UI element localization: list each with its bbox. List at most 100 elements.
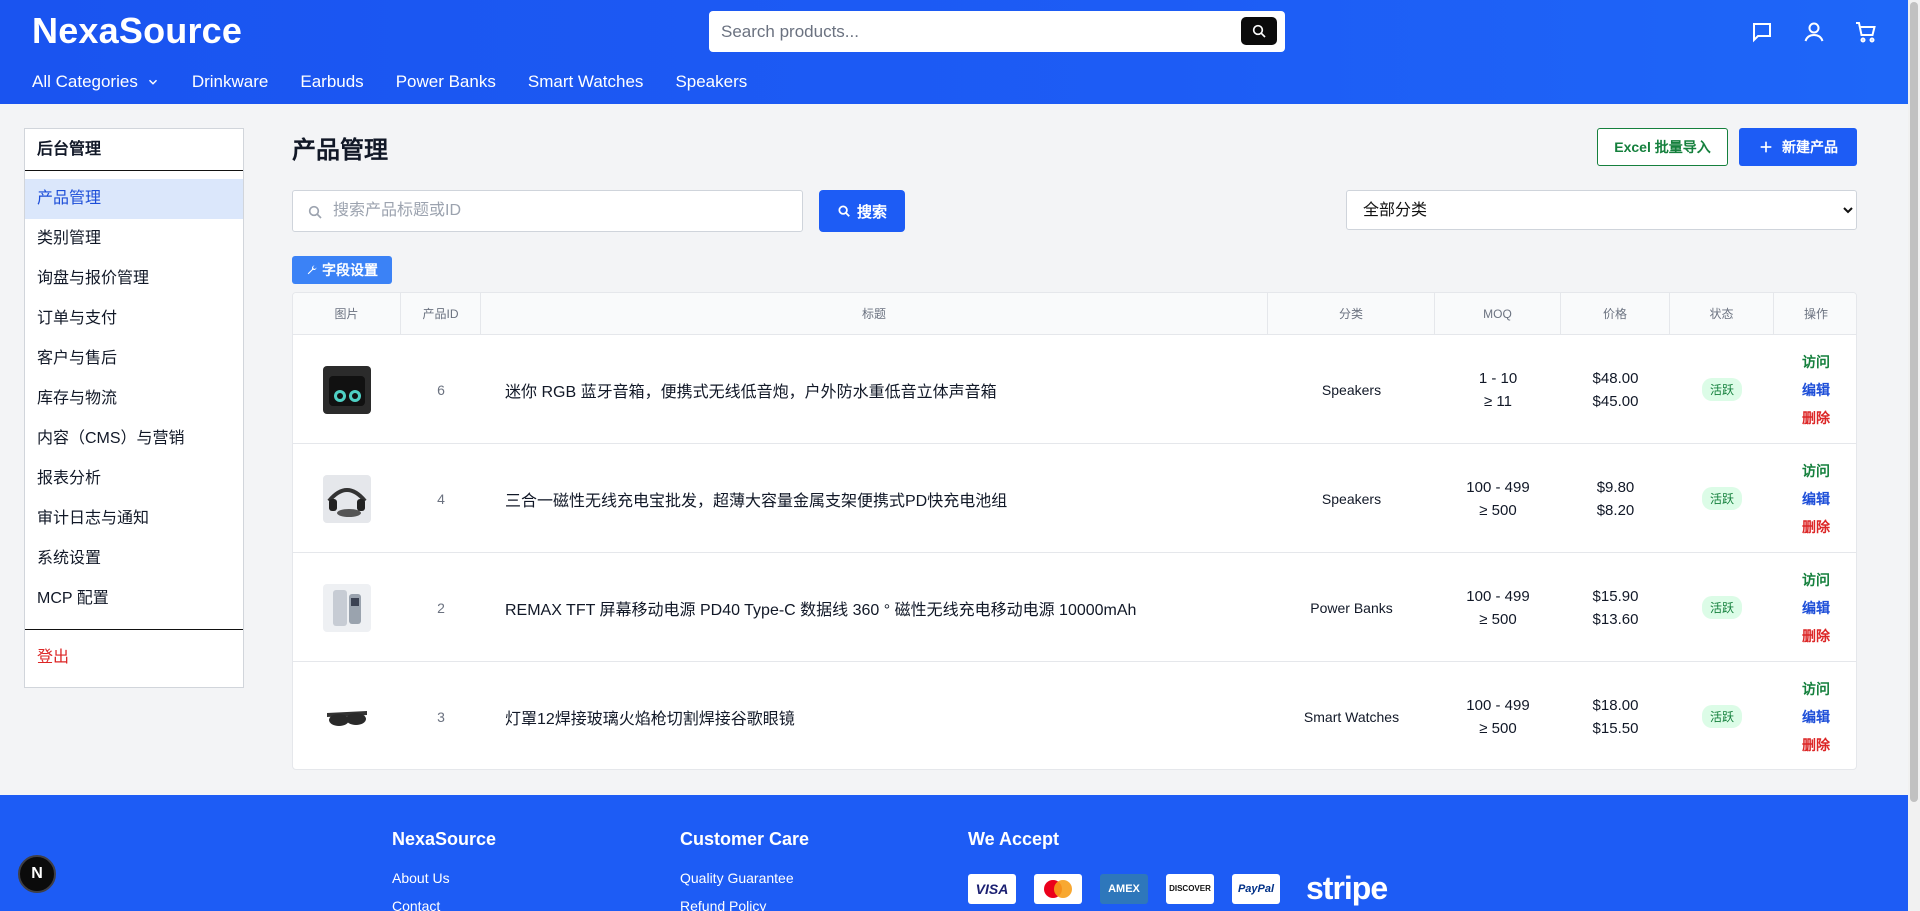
nav-smart-watches[interactable]: Smart Watches xyxy=(528,72,644,92)
delete-link[interactable]: 删除 xyxy=(1802,626,1830,646)
sidebar-item-settings[interactable]: 系统设置 xyxy=(25,539,243,579)
product-actions: 访问 编辑 删除 xyxy=(1774,444,1856,553)
sidebar-item-inventory[interactable]: 库存与物流 xyxy=(25,379,243,419)
visa-logo: VISA xyxy=(968,873,1016,904)
page-scrollbar[interactable] xyxy=(1908,0,1920,911)
site-footer: NexaSource About Us Contact Customer Car… xyxy=(0,795,1908,911)
message-icon xyxy=(1753,23,1771,43)
paypal-logo: PayPal xyxy=(1232,873,1280,904)
top-header: NexaSource All Categories Drinkware Earb… xyxy=(0,0,1908,104)
footer-link-refund[interactable]: Refund Policy xyxy=(680,898,809,911)
product-actions: 访问 编辑 删除 xyxy=(1774,335,1856,444)
price-tier-1: $15.90 xyxy=(1592,587,1639,605)
sidebar-item-products[interactable]: 产品管理 xyxy=(25,179,243,219)
search-submit-button[interactable] xyxy=(1241,17,1277,45)
edit-link[interactable]: 编辑 xyxy=(1802,489,1830,509)
footer-link-about[interactable]: About Us xyxy=(392,870,496,886)
product-status: 活跃 xyxy=(1670,335,1774,444)
cart-button[interactable] xyxy=(1852,18,1880,46)
moq-tier-1: 100 - 499 xyxy=(1466,696,1530,714)
scrollbar-thumb[interactable] xyxy=(1910,2,1918,802)
edit-link[interactable]: 编辑 xyxy=(1802,380,1830,400)
product-category: Power Banks xyxy=(1310,599,1393,616)
product-moq: 100 - 499 ≥ 500 xyxy=(1435,662,1561,769)
product-filter-input[interactable] xyxy=(293,191,802,231)
delete-link[interactable]: 删除 xyxy=(1802,517,1830,537)
footer-col-payments: We Accept VISA AMEX DISCOVER PayPal stri… xyxy=(968,829,1388,907)
visit-link[interactable]: 访问 xyxy=(1802,352,1830,372)
product-status: 活跃 xyxy=(1670,662,1774,769)
footer-col-company: NexaSource About Us Contact xyxy=(392,829,496,911)
account-button[interactable] xyxy=(1800,18,1828,46)
delete-link[interactable]: 删除 xyxy=(1802,735,1830,755)
field-settings-button[interactable]: 字段设置 xyxy=(292,256,392,284)
moq-tier-2: ≥ 500 xyxy=(1479,610,1517,628)
product-search-input[interactable] xyxy=(709,11,1285,52)
footer-link-contact[interactable]: Contact xyxy=(392,898,496,911)
product-id: 6 xyxy=(437,381,445,398)
col-header-status: 状态 xyxy=(1670,293,1774,335)
footer-heading: NexaSource xyxy=(392,829,497,849)
product-title: 三合一磁性无线充电宝批发，超薄大容量金属支架便携式PD快充电池组 xyxy=(505,492,1008,510)
category-filter-select[interactable]: 全部分类 xyxy=(1346,190,1857,230)
nav-all-categories-label: All Categories xyxy=(32,72,138,91)
devtools-badge[interactable]: N xyxy=(18,855,56,893)
status-badge: 活跃 xyxy=(1701,596,1742,619)
nav-earbuds[interactable]: Earbuds xyxy=(300,72,363,92)
new-product-button[interactable]: 新建产品 xyxy=(1739,128,1857,166)
delete-link[interactable]: 删除 xyxy=(1802,408,1830,428)
status-badge: 活跃 xyxy=(1701,487,1742,510)
plus-icon xyxy=(1760,141,1772,153)
glasses-image xyxy=(323,692,371,741)
admin-sidebar: 后台管理 产品管理 类别管理 询盘与报价管理 订单与支付 客户与售后 库存与物流… xyxy=(24,128,244,688)
edit-link[interactable]: 编辑 xyxy=(1802,707,1830,727)
sidebar-item-reports[interactable]: 报表分析 xyxy=(25,459,243,499)
product-thumbnail[interactable] xyxy=(323,365,371,414)
moq-tier-2: ≥ 11 xyxy=(1484,392,1512,410)
product-price: $15.90 $13.60 xyxy=(1561,553,1670,662)
sidebar-item-cms[interactable]: 内容（CMS）与营销 xyxy=(25,419,243,459)
sidebar-item-inquiries[interactable]: 询盘与报价管理 xyxy=(25,259,243,299)
sidebar-item-audit[interactable]: 审计日志与通知 xyxy=(25,499,243,539)
site-logo[interactable]: NexaSource xyxy=(32,10,242,52)
discover-logo: DISCOVER xyxy=(1166,873,1214,904)
sidebar-item-customers[interactable]: 客户与售后 xyxy=(25,339,243,379)
products-table: 图片 产品ID 标题 分类 MOQ 价格 状态 操作 6 迷你 RGB 蓝牙音箱… xyxy=(292,292,1857,770)
search-icon xyxy=(838,205,850,217)
visit-link[interactable]: 访问 xyxy=(1802,461,1830,481)
visit-link[interactable]: 访问 xyxy=(1802,679,1830,699)
cart-icon xyxy=(1856,22,1876,43)
product-thumbnail-cell xyxy=(293,662,401,769)
footer-link-quality[interactable]: Quality Guarantee xyxy=(680,870,809,886)
col-header-price: 价格 xyxy=(1561,293,1670,335)
product-thumbnail[interactable] xyxy=(323,692,371,741)
moq-tier-2: ≥ 500 xyxy=(1479,501,1517,519)
product-filter-box xyxy=(292,190,803,232)
stripe-logo: stripe xyxy=(1306,870,1388,906)
sidebar-item-orders[interactable]: 订单与支付 xyxy=(25,299,243,339)
new-product-label: 新建产品 xyxy=(1782,139,1838,155)
product-thumbnail-cell xyxy=(293,444,401,553)
messages-button[interactable] xyxy=(1748,18,1776,46)
speaker-image xyxy=(323,365,371,414)
nav-all-categories[interactable]: All Categories xyxy=(32,72,160,92)
logout-button[interactable]: 登出 xyxy=(25,630,243,686)
visit-link[interactable]: 访问 xyxy=(1802,570,1830,590)
edit-link[interactable]: 编辑 xyxy=(1802,598,1830,618)
product-thumbnail[interactable] xyxy=(323,474,371,523)
product-moq: 1 - 10 ≥ 11 xyxy=(1435,335,1561,444)
nav-drinkware[interactable]: Drinkware xyxy=(192,72,269,92)
sidebar-item-categories[interactable]: 类别管理 xyxy=(25,219,243,259)
header-actions xyxy=(1748,18,1908,46)
sidebar-item-mcp[interactable]: MCP 配置 xyxy=(25,579,243,619)
price-tier-2: $13.60 xyxy=(1592,610,1639,628)
excel-import-button[interactable]: Excel 批量导入 xyxy=(1597,128,1728,166)
nav-speakers[interactable]: Speakers xyxy=(675,72,747,92)
col-header-actions: 操作 xyxy=(1803,307,1828,321)
product-thumbnail[interactable] xyxy=(323,583,371,632)
nav-power-banks[interactable]: Power Banks xyxy=(396,72,496,92)
chevron-down-icon xyxy=(148,79,157,85)
col-header-category: 分类 xyxy=(1268,293,1435,335)
filter-search-button[interactable]: 搜索 xyxy=(819,190,905,232)
price-tier-1: $48.00 xyxy=(1592,369,1639,387)
